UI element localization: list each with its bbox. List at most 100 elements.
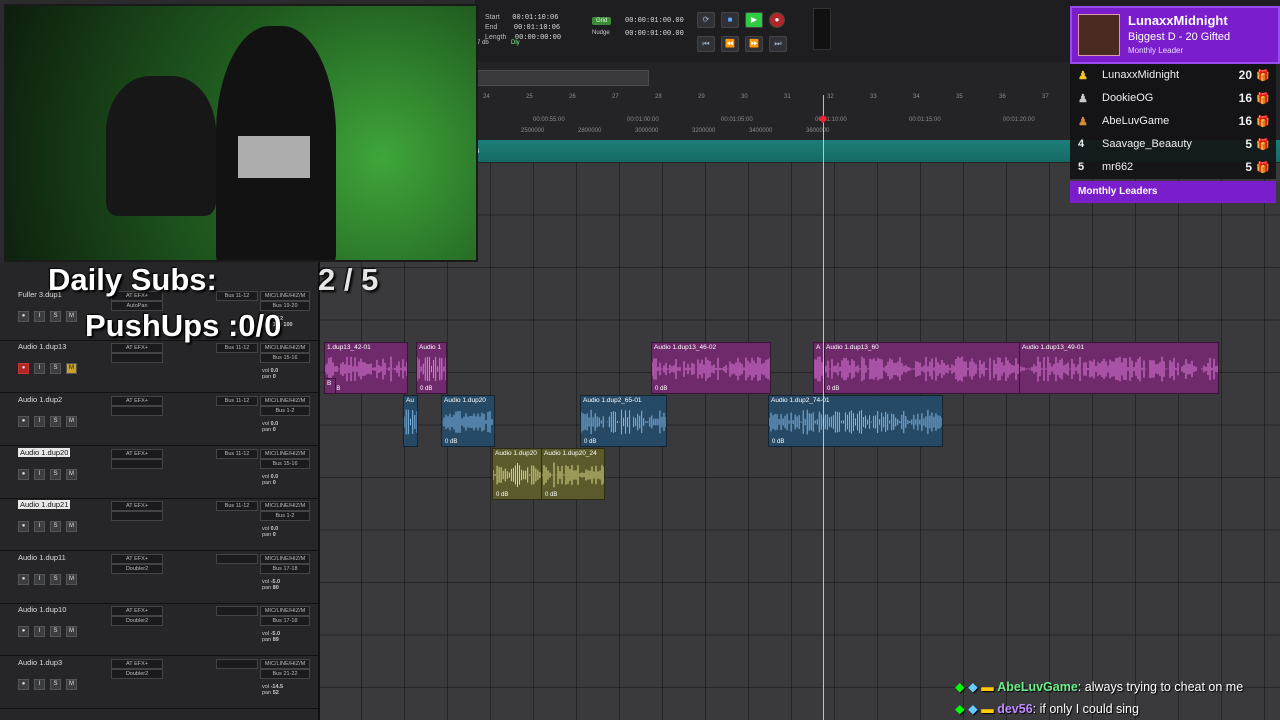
track-name[interactable]: Audio 1.dup20: [18, 448, 71, 457]
loop-button[interactable]: ⟳: [697, 12, 715, 28]
insert-slot[interactable]: AT EFX+: [111, 343, 163, 353]
track-header[interactable]: Audio 1.dup10 ● I S M AT EFX+ Doubler2 MIC/…: [0, 603, 318, 656]
record-icon[interactable]: ●: [769, 12, 785, 28]
insert-slot[interactable]: AT EFX+: [111, 501, 163, 511]
rewind-icon[interactable]: ⏪: [721, 36, 739, 52]
go-to-end-icon[interactable]: ⏭: [769, 36, 787, 52]
solo-button[interactable]: S: [50, 363, 61, 374]
solo-button[interactable]: S: [50, 469, 61, 480]
audio-clip[interactable]: Au: [403, 395, 418, 447]
input-monitor-button[interactable]: I: [34, 416, 45, 427]
audio-clip[interactable]: 1.dup13_42-01 0 dB: [324, 342, 408, 394]
io-mic[interactable]: MIC/LINE/HIZ/M: [260, 291, 310, 301]
pan-value[interactable]: 52: [273, 690, 279, 696]
stop-icon[interactable]: ■: [721, 12, 739, 28]
audio-clip[interactable]: B: [324, 378, 336, 394]
return-to-start-icon[interactable]: ⏮: [697, 36, 715, 52]
solo-button[interactable]: S: [50, 626, 61, 637]
io-input[interactable]: Bus 11-12: [216, 343, 258, 353]
play-icon[interactable]: ▶: [745, 12, 763, 28]
mute-button[interactable]: M: [66, 679, 77, 690]
pan-value[interactable]: 0: [273, 532, 276, 538]
record-enable-button[interactable]: ●: [18, 626, 29, 637]
solo-button[interactable]: S: [50, 679, 61, 690]
input-monitor-button[interactable]: I: [34, 521, 45, 532]
audio-clip[interactable]: Audio 1.dup20 0 dB: [441, 395, 495, 447]
mute-button[interactable]: M: [66, 626, 77, 637]
insert-slot-2[interactable]: [111, 406, 163, 416]
io-output[interactable]: Bus 15-16: [260, 353, 310, 363]
track-header[interactable]: Audio 1.dup2 ● I S M AT EFX+ Bus 11-12 MIC/…: [0, 393, 318, 446]
io-output[interactable]: Bus 1-2: [260, 511, 310, 521]
io-output[interactable]: Bus 17-18: [260, 616, 310, 626]
insert-slot-2[interactable]: Doubler2: [111, 564, 163, 574]
insert-slot-2[interactable]: Doubler2: [111, 669, 163, 679]
pan-value[interactable]: 0: [273, 374, 276, 380]
audio-clip[interactable]: Audio 1.dup13_49-01: [1019, 342, 1219, 394]
volume-pan[interactable]: vol 0.0 pan 0: [262, 368, 308, 380]
track-header[interactable]: Audio 1.dup21 ● I S M AT EFX+ Bus 11-12 MIC…: [0, 498, 318, 551]
volume-pan[interactable]: vol -5.0 pan 89: [262, 631, 308, 643]
io-input[interactable]: [216, 554, 258, 564]
playhead[interactable]: [823, 95, 824, 720]
input-monitor-button[interactable]: I: [34, 469, 45, 480]
insert-slot[interactable]: AT EFX+: [111, 449, 163, 459]
volume-pan[interactable]: vol -14.5 pan 52: [262, 684, 308, 696]
input-monitor-button[interactable]: I: [34, 363, 45, 374]
io-mic[interactable]: MIC/LINE/HIZ/M: [260, 659, 310, 669]
audio-clip[interactable]: Audio 1.dup20 0 dB: [492, 448, 543, 500]
io-mic[interactable]: MIC/LINE/HIZ/M: [260, 449, 310, 459]
track-header[interactable]: Audio 1.dup3 ● I S M AT EFX+ Doubler2 MIC/L…: [0, 656, 318, 709]
volume-pan[interactable]: vol 0.0 pan 0: [262, 421, 308, 433]
record-enable-button[interactable]: ●: [18, 521, 29, 532]
record-enable-button[interactable]: ●: [18, 416, 29, 427]
io-mic[interactable]: MIC/LINE/HIZ/M: [260, 343, 310, 353]
io-input[interactable]: Bus 11-12: [216, 396, 258, 406]
record-enable-button[interactable]: ●: [18, 363, 29, 374]
solo-button[interactable]: S: [50, 416, 61, 427]
track-name[interactable]: Audio 1.dup3: [18, 658, 62, 667]
audio-clip[interactable]: Audio 1 0 dB: [416, 342, 447, 394]
pan-value[interactable]: 89: [273, 637, 279, 643]
audio-clip[interactable]: Audio 1.dup13_46-02 0 dB: [651, 342, 771, 394]
record-enable-button[interactable]: ●: [18, 679, 29, 690]
track-header[interactable]: Audio 1.dup20 ● I S M AT EFX+ Bus 11-12 MIC…: [0, 446, 318, 499]
mute-button[interactable]: M: [66, 311, 77, 322]
solo-button[interactable]: S: [50, 574, 61, 585]
input-monitor-button[interactable]: I: [34, 679, 45, 690]
input-monitor-button[interactable]: I: [34, 574, 45, 585]
grid-button[interactable]: Grid: [592, 17, 612, 25]
mute-button[interactable]: M: [66, 469, 77, 480]
length-value[interactable]: 00:00:00:00: [515, 34, 561, 42]
mute-button[interactable]: M: [66, 363, 77, 374]
audio-clip[interactable]: Audio 1.dup13_60 0 dB: [823, 342, 1021, 394]
insert-slot-2[interactable]: [111, 459, 163, 469]
nudge-value[interactable]: 00:00:01:00.00: [625, 30, 684, 38]
insert-slot[interactable]: AT EFX+: [111, 606, 163, 616]
volume-pan[interactable]: vol 0.0 pan 0: [262, 526, 308, 538]
io-mic[interactable]: MIC/LINE/HIZ/M: [260, 606, 310, 616]
pan-value[interactable]: 0: [273, 480, 276, 486]
record-enable-button[interactable]: ●: [18, 311, 29, 322]
io-mic[interactable]: MIC/LINE/HIZ/M: [260, 501, 310, 511]
insert-slot-2[interactable]: [111, 353, 163, 363]
delay-label[interactable]: Dly: [511, 40, 520, 46]
track-name[interactable]: Audio 1.dup11: [18, 553, 66, 562]
io-input[interactable]: [216, 606, 258, 616]
io-input[interactable]: Bus 11-12: [216, 291, 258, 301]
volume-pan[interactable]: vol 0.0 pan 0: [262, 474, 308, 486]
mute-button[interactable]: M: [66, 521, 77, 532]
solo-button[interactable]: S: [50, 521, 61, 532]
record-enable-button[interactable]: ●: [18, 469, 29, 480]
pan-value[interactable]: 80: [273, 585, 279, 591]
solo-button[interactable]: S: [50, 311, 61, 322]
record-enable-button[interactable]: ●: [18, 574, 29, 585]
track-name[interactable]: Audio 1.dup10: [18, 605, 66, 614]
mute-button[interactable]: M: [66, 574, 77, 585]
insert-slot[interactable]: AT EFX+: [111, 554, 163, 564]
audio-clip[interactable]: Audio 1.dup2_65-01 0 dB: [580, 395, 667, 447]
volume-pan[interactable]: vol -5.0 pan 80: [262, 579, 308, 591]
grid-value[interactable]: 00:00:01:00.00: [625, 17, 684, 25]
insert-slot-2[interactable]: Doubler2: [111, 616, 163, 626]
io-input[interactable]: [216, 659, 258, 669]
